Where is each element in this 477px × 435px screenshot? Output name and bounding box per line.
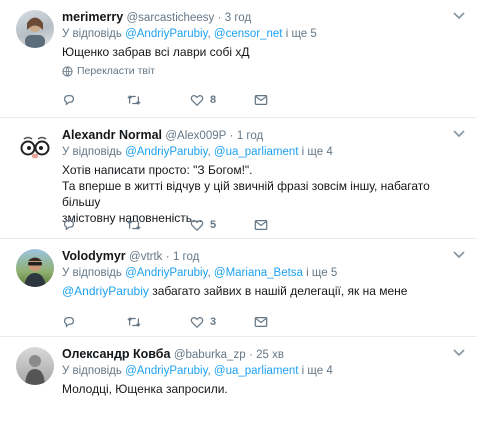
- reply-suffix[interactable]: і ще 5: [286, 28, 317, 40]
- mention-link[interactable]: @AndriyParubiy: [62, 284, 149, 298]
- direct-message-icon: [254, 316, 268, 328]
- separator: ·: [229, 130, 234, 142]
- tweet-text: @AndriyParubiy забагато зайвих в нашій д…: [62, 283, 467, 299]
- reply-suffix[interactable]: і ще 5: [306, 267, 337, 279]
- like-icon: [190, 315, 204, 329]
- display-name[interactable]: Alexandr Normal: [62, 128, 162, 142]
- tweet-text-line: Та вперше в житті відчув у цій звичній ф…: [62, 179, 430, 209]
- direct-message-icon: [254, 219, 268, 231]
- tweet-text: Ющенко забрав всі лаври собі хД: [62, 45, 250, 59]
- like-icon: [190, 93, 204, 107]
- direct-message-button[interactable]: [254, 316, 318, 328]
- reply-context: У відповідь @AndriyParubiy, @ua_parliame…: [62, 144, 467, 161]
- comma: ,: [207, 146, 211, 158]
- like-button[interactable]: 3: [190, 315, 254, 329]
- tweet-volodymyr[interactable]: Volodymyr @vtrtk · 1 год У відповідь @An…: [0, 239, 477, 337]
- tweet-oleksandr-kovba[interactable]: Олександр Ковба @baburka_zp · 25 хв У ві…: [0, 337, 477, 435]
- display-name[interactable]: merimerry: [62, 10, 123, 24]
- tweet-text-body: забагато зайвих в нашій делегації, як на…: [152, 284, 408, 298]
- reply-button[interactable]: [62, 93, 126, 107]
- avatar[interactable]: [16, 128, 54, 166]
- like-count: 3: [210, 316, 217, 328]
- timestamp[interactable]: 1 год: [173, 251, 199, 263]
- reply-icon: [62, 218, 76, 232]
- reply-button[interactable]: [62, 315, 126, 329]
- mention-link[interactable]: @AndriyParubiy: [125, 365, 207, 377]
- separator: ·: [248, 349, 253, 361]
- like-count: 8: [210, 94, 217, 106]
- user-handle[interactable]: @vtrtk: [129, 251, 162, 263]
- timestamp[interactable]: 25 хв: [256, 349, 284, 361]
- reply-prefix: У відповідь: [62, 146, 122, 158]
- reply-prefix: У відповідь: [62, 28, 122, 40]
- like-count: 5: [210, 219, 217, 231]
- timestamp[interactable]: 3 год: [225, 12, 251, 24]
- tweet-merimerry[interactable]: merimerry @sarcasticheesy · 3 год У відп…: [0, 0, 477, 118]
- tweet-text: Молодці, Ющенка запросили.: [62, 382, 228, 396]
- avatar[interactable]: [16, 249, 54, 287]
- separator: ·: [217, 12, 222, 24]
- comma: ,: [207, 365, 211, 377]
- reply-suffix[interactable]: і ще 4: [302, 146, 333, 158]
- avatar[interactable]: [16, 347, 54, 385]
- translate-link[interactable]: Перекласти твіт: [62, 65, 467, 77]
- retweet-icon: [126, 218, 142, 232]
- tweet-actions: 5: [62, 218, 318, 232]
- retweet-button[interactable]: [126, 218, 190, 232]
- mention-link[interactable]: @AndriyParubiy: [125, 267, 207, 279]
- reply-context: У відповідь @AndriyParubiy, @Mariana_Bet…: [62, 265, 467, 282]
- globe-icon: [62, 65, 73, 77]
- user-handle[interactable]: @Alex009P: [165, 130, 226, 142]
- like-icon: [190, 218, 204, 232]
- retweet-button[interactable]: [126, 315, 190, 329]
- direct-message-icon: [254, 94, 268, 106]
- timestamp[interactable]: 1 год: [237, 130, 263, 142]
- translate-label[interactable]: Перекласти твіт: [77, 65, 155, 77]
- user-handle[interactable]: @baburka_zp: [174, 349, 246, 361]
- direct-message-button[interactable]: [254, 219, 318, 231]
- tweet-actions: 8: [62, 93, 318, 107]
- reply-suffix[interactable]: і ще 4: [302, 365, 333, 377]
- tweet-alexandr-normal[interactable]: Alexandr Normal @Alex009P · 1 год У відп…: [0, 118, 477, 239]
- reply-context: У відповідь @AndriyParubiy, @censor_net …: [62, 26, 467, 43]
- reply-button[interactable]: [62, 218, 126, 232]
- retweet-button[interactable]: [126, 93, 190, 107]
- display-name[interactable]: Volodymyr: [62, 249, 126, 263]
- user-handle[interactable]: @sarcasticheesy: [127, 12, 215, 24]
- tweet-text-line: Хотів написати просто: "З Богом!".: [62, 163, 253, 177]
- mention-link[interactable]: @ua_parliament: [214, 146, 299, 158]
- separator: ·: [165, 251, 170, 263]
- avatar[interactable]: [16, 10, 54, 48]
- like-button[interactable]: 5: [190, 218, 254, 232]
- comma: ,: [207, 28, 211, 40]
- reply-prefix: У відповідь: [62, 365, 122, 377]
- comma: ,: [207, 267, 211, 279]
- display-name[interactable]: Олександр Ковба: [62, 347, 170, 361]
- reply-context: У відповідь @AndriyParubiy, @ua_parliame…: [62, 363, 467, 380]
- tweet-text: Хотів написати просто: "З Богом!". Та вп…: [62, 162, 467, 226]
- reply-icon: [62, 93, 76, 107]
- retweet-icon: [126, 93, 142, 107]
- mention-link[interactable]: @AndriyParubiy: [125, 146, 207, 158]
- tweet-actions: 3: [62, 315, 318, 329]
- reply-prefix: У відповідь: [62, 267, 122, 279]
- mention-link[interactable]: @AndriyParubiy: [125, 28, 207, 40]
- retweet-icon: [126, 315, 142, 329]
- direct-message-button[interactable]: [254, 94, 318, 106]
- mention-link[interactable]: @Mariana_Betsa: [214, 267, 303, 279]
- mention-link[interactable]: @censor_net: [214, 28, 283, 40]
- mention-link[interactable]: @ua_parliament: [214, 365, 299, 377]
- reply-icon: [62, 315, 76, 329]
- like-button[interactable]: 8: [190, 93, 254, 107]
